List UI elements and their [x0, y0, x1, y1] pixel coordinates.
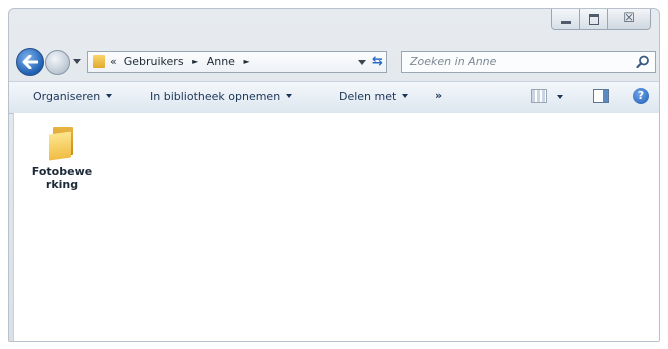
- forward-button[interactable]: [45, 50, 70, 75]
- breadcrumb-separator-icon[interactable]: ►: [243, 57, 249, 66]
- close-icon: ☒: [623, 11, 635, 26]
- view-options-dropdown[interactable]: [557, 95, 563, 99]
- breadcrumb-item-gebruikers[interactable]: Gebruikers: [124, 55, 184, 68]
- folder-item-fotobewerking[interactable]: Fotobewerking: [30, 121, 94, 191]
- breadcrumb-overflow[interactable]: «: [110, 55, 117, 68]
- caption-buttons: ☒: [551, 9, 651, 30]
- breadcrumb: « Gebruikers ► Anne ►: [110, 55, 255, 68]
- magnifier-icon[interactable]: [636, 55, 650, 69]
- title-bar: ☒: [9, 9, 659, 45]
- refresh-icon[interactable]: ⇆: [372, 54, 383, 69]
- maximize-button[interactable]: [580, 9, 608, 29]
- change-view-icon[interactable]: [531, 89, 547, 103]
- help-icon[interactable]: ?: [633, 88, 649, 104]
- back-arrow-icon: [22, 55, 38, 69]
- include-in-library-label: In bibliotheek opnemen: [150, 90, 281, 103]
- include-in-library-button[interactable]: In bibliotheek opnemen: [150, 90, 293, 103]
- folder-name: Fotobewerking: [31, 165, 93, 191]
- close-button[interactable]: ☒: [608, 9, 650, 29]
- address-bar[interactable]: « Gebruikers ► Anne ► ⇆: [87, 51, 387, 73]
- search-box[interactable]: Zoeken in Anne: [401, 51, 656, 73]
- chevron-down-icon: [286, 94, 293, 98]
- breadcrumb-separator-icon[interactable]: ►: [192, 57, 198, 66]
- chevron-down-icon: [402, 94, 409, 98]
- explorer-window: ☒ « Gebruikers ► Anne ► ⇆ Zoeken in Anne: [8, 8, 660, 342]
- organize-button[interactable]: Organiseren: [33, 90, 113, 103]
- share-with-button[interactable]: Delen met: [339, 90, 409, 103]
- back-button[interactable]: [16, 48, 44, 76]
- breadcrumb-item-anne[interactable]: Anne: [207, 55, 235, 68]
- file-list[interactable]: Fotobewerking: [13, 113, 659, 341]
- command-bar: Organiseren In bibliotheek opnemen Delen…: [9, 81, 659, 114]
- preview-pane-icon[interactable]: [593, 89, 609, 103]
- more-commands-button[interactable]: »: [435, 89, 442, 102]
- address-history-dropdown[interactable]: [358, 60, 366, 65]
- minimize-button[interactable]: [552, 9, 580, 29]
- organize-label: Organiseren: [33, 90, 101, 103]
- recent-pages-dropdown[interactable]: [73, 59, 81, 64]
- folder-icon: [49, 127, 75, 161]
- chevron-down-icon: [106, 94, 113, 98]
- folder-icon: [93, 55, 105, 68]
- share-with-label: Delen met: [339, 90, 397, 103]
- navigation-bar: « Gebruikers ► Anne ► ⇆ Zoeken in Anne: [9, 45, 659, 79]
- search-placeholder: Zoeken in Anne: [410, 55, 497, 68]
